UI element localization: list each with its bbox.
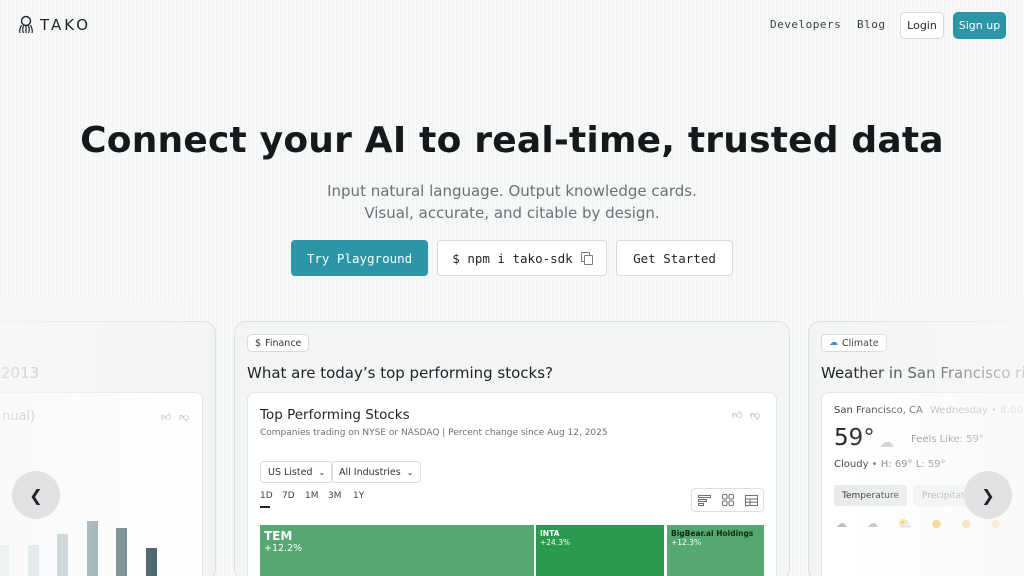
treemap-tile-tem[interactable]: TEM +12.2% xyxy=(260,525,534,576)
feels-like: Feels Like: 59° xyxy=(911,434,984,445)
tile-symbol: INTA xyxy=(540,529,560,538)
card-finance[interactable]: $ Finance What are today’s top performin… xyxy=(234,321,790,576)
chevron-down-icon: ⌄ xyxy=(318,467,326,477)
bar xyxy=(145,548,157,576)
thumbs-down-icon[interactable]: 👎︎ xyxy=(179,411,189,423)
cloud-icon: ☁ xyxy=(867,517,878,530)
finance-question: What are today’s top performing stocks? xyxy=(247,364,553,382)
treemap-tile-bbai[interactable]: BigBear.ai Holdings +12.3% xyxy=(667,525,764,576)
range-1y[interactable]: 1Y xyxy=(353,491,364,501)
tile-symbol: TEM xyxy=(264,529,293,543)
weather-condition: Cloudy xyxy=(834,459,869,470)
card-climate[interactable]: ☁ Climate Weather in San Francisco rig S… xyxy=(808,321,1024,576)
thumbs-up-icon[interactable]: 👍︎ xyxy=(161,411,171,423)
bar xyxy=(27,545,39,576)
thumbs-up-icon[interactable]: 👍︎ xyxy=(732,409,742,421)
signup-button[interactable]: Sign up xyxy=(953,12,1006,39)
tile-change: +12.2% xyxy=(264,543,303,554)
bar xyxy=(116,528,127,576)
thumbs-down-icon[interactable]: 👎︎ xyxy=(750,409,760,421)
climate-tag-label: Climate xyxy=(842,337,879,349)
weather-temp: 59° xyxy=(834,425,875,451)
npm-command: $ npm i tako-sdk xyxy=(452,250,573,266)
treemap-tile-inta[interactable]: INTA +24.3% xyxy=(536,525,664,576)
hero-subtitle-line1: Input natural language. Output knowledge… xyxy=(327,182,697,200)
climate-tag: ☁ Climate xyxy=(821,334,887,352)
hero-title: Connect your AI to real-time, trusted da… xyxy=(80,120,944,161)
industry-dropdown[interactable]: All Industries ⌄ xyxy=(331,461,422,483)
copy-icon[interactable] xyxy=(580,252,593,265)
sun-icon: ● xyxy=(961,517,971,530)
bar xyxy=(0,545,9,576)
cloud-icon: ☁ xyxy=(829,338,838,348)
range-1m[interactable]: 1M xyxy=(305,491,319,501)
sun-icon: ● xyxy=(990,517,1001,530)
partly-sunny-icon: ⛅ xyxy=(898,517,912,530)
npm-install-button[interactable]: $ npm i tako-sdk xyxy=(437,240,607,276)
finance-tag-label: Finance xyxy=(265,337,302,349)
weather-condition-line: Cloudy • H: 69° L: 59° xyxy=(834,459,946,470)
weather-location-line: San Francisco, CA Wednesday • 8:00 xyxy=(834,405,1023,416)
chart-title: Top Performing Stocks xyxy=(260,407,410,423)
tile-change: +12.3% xyxy=(671,538,702,547)
tile-symbol: BigBear.ai Holdings xyxy=(671,529,754,538)
card-left[interactable]: 2013 nual) 👍︎ 👎︎ xyxy=(0,321,216,576)
left-card-title: 2013 xyxy=(1,364,40,382)
industry-dropdown-value: All Industries xyxy=(339,466,401,478)
weather-location: San Francisco, CA xyxy=(834,405,923,416)
range-7d[interactable]: 7D xyxy=(282,491,295,501)
bar-chart-view-icon[interactable] xyxy=(697,494,711,506)
finance-tag: $ Finance xyxy=(247,334,310,352)
active-range-underline xyxy=(260,506,270,508)
nav-developers[interactable]: Developers xyxy=(770,18,841,31)
tab-temperature[interactable]: Temperature xyxy=(834,485,907,506)
tile-change: +24.3% xyxy=(540,538,571,547)
weather-hilo: • H: 69° L: 59° xyxy=(871,459,946,470)
try-playground-button[interactable]: Try Playground xyxy=(291,240,428,276)
climate-question: Weather in San Francisco rig xyxy=(821,364,1024,382)
bar xyxy=(86,521,98,576)
sun-icon: ● xyxy=(931,517,942,530)
range-3m[interactable]: 3M xyxy=(328,491,342,501)
left-chart-title: nual) xyxy=(2,409,36,424)
market-dropdown[interactable]: US Listed ⌄ xyxy=(260,461,334,483)
carousel-prev-button[interactable]: ❮ xyxy=(12,471,60,519)
market-dropdown-value: US Listed xyxy=(268,466,313,478)
grid-view-icon[interactable] xyxy=(721,494,734,506)
table-view-icon[interactable] xyxy=(744,494,758,506)
nav-blog[interactable]: Blog xyxy=(857,18,886,31)
dollar-icon: $ xyxy=(255,337,262,349)
chevron-left-icon: ❮ xyxy=(29,485,43,505)
stocks-chart-card: Top Performing Stocks Companies trading … xyxy=(247,392,777,576)
bar xyxy=(57,534,68,576)
weather-day: Wednesday • 8:00 xyxy=(930,405,1023,416)
view-toggle xyxy=(691,488,764,512)
tako-logo[interactable]: TAKO xyxy=(18,15,91,35)
chevron-down-icon: ⌄ xyxy=(406,467,414,477)
tako-logo-icon xyxy=(19,15,33,34)
cloud-icon: ☁ xyxy=(836,517,847,530)
logo-text: TAKO xyxy=(40,16,92,34)
carousel-next-button[interactable]: ❯ xyxy=(964,471,1012,519)
login-button[interactable]: Login xyxy=(900,12,944,39)
hero-subtitle-line2: Visual, accurate, and citable by design. xyxy=(364,204,660,222)
chart-subtitle: Companies trading on NYSE or NASDAQ | Pe… xyxy=(260,428,608,438)
hourly-forecast-icons: ☁ ☁ ⛅ ● ● ● xyxy=(836,517,1001,530)
chevron-right-icon: ❯ xyxy=(981,485,995,505)
cloud-icon: ☁ xyxy=(879,433,894,451)
range-1d[interactable]: 1D xyxy=(260,491,273,501)
get-started-button[interactable]: Get Started xyxy=(616,240,733,276)
